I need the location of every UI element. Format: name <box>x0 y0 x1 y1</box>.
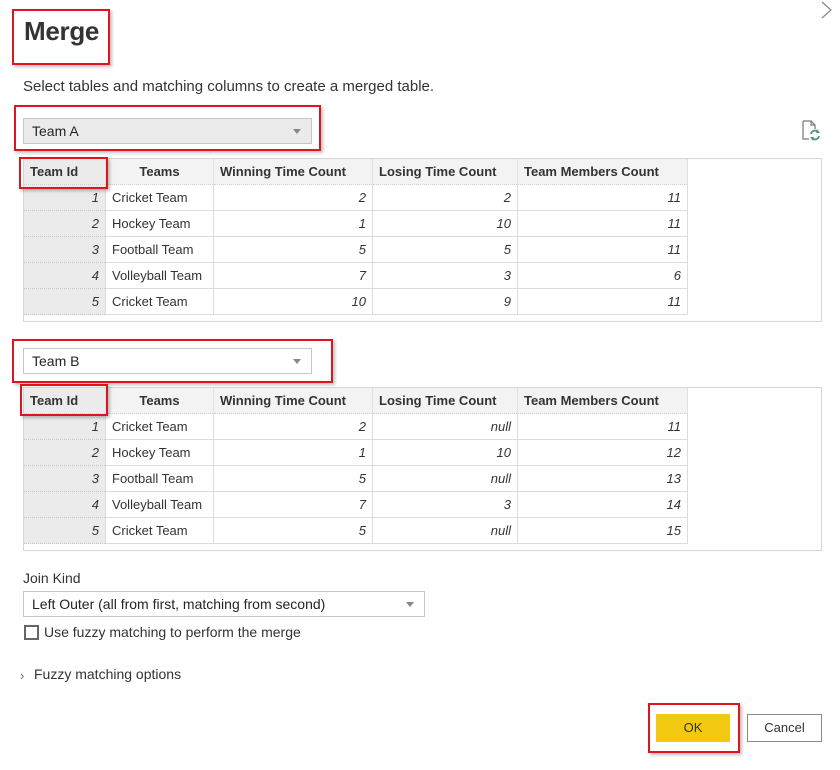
table-row[interactable]: 5 Cricket Team 10 9 11 <box>24 288 688 315</box>
column-header-team-id[interactable]: Team Id <box>24 388 106 414</box>
dropdown-caret-icon <box>406 602 414 607</box>
table-row[interactable]: 3 Football Team 5 5 11 <box>24 236 688 263</box>
cell: 2 <box>372 184 518 211</box>
table-row[interactable]: 1 Cricket Team 2 null 11 <box>24 413 688 440</box>
cell: 2 <box>24 210 106 237</box>
cell: 5 <box>213 236 373 263</box>
cell: 1 <box>213 439 373 466</box>
fuzzy-matching-label[interactable]: Use fuzzy matching to perform the merge <box>44 624 301 640</box>
table-row[interactable]: 3 Football Team 5 null 13 <box>24 465 688 492</box>
column-header-members[interactable]: Team Members Count <box>517 159 688 185</box>
dropdown-caret-icon <box>293 359 301 364</box>
dialog-subtitle: Select tables and matching columns to cr… <box>23 78 435 95</box>
ok-button[interactable]: OK <box>656 714 730 742</box>
cell: 3 <box>24 465 106 492</box>
column-header-winning[interactable]: Winning Time Count <box>213 159 373 185</box>
cell: Hockey Team <box>105 210 214 237</box>
fuzzy-options-toggle[interactable]: Fuzzy matching options <box>34 666 181 682</box>
cell: 2 <box>24 439 106 466</box>
cell: 13 <box>517 465 688 492</box>
join-kind-selected: Left Outer (all from first, matching fro… <box>32 596 326 612</box>
cell: 11 <box>517 413 688 440</box>
cell: 6 <box>517 262 688 289</box>
cell: 5 <box>213 517 373 544</box>
first-table-grid: Team Id Teams Winning Time Count Losing … <box>24 159 688 315</box>
cell: null <box>372 517 518 544</box>
cell: 4 <box>24 491 106 518</box>
cell: 10 <box>372 210 518 237</box>
table-row[interactable]: 5 Cricket Team 5 null 15 <box>24 517 688 544</box>
cell: 12 <box>517 439 688 466</box>
cell: 7 <box>213 262 373 289</box>
second-table-preview: Team Id Teams Winning Time Count Losing … <box>23 387 822 551</box>
cell: null <box>372 413 518 440</box>
cell: 11 <box>517 184 688 211</box>
cell: 5 <box>372 236 518 263</box>
join-kind-label: Join Kind <box>23 570 81 586</box>
cell: 10 <box>372 439 518 466</box>
column-header-losing[interactable]: Losing Time Count <box>372 159 518 185</box>
column-header-team-id[interactable]: Team Id <box>24 159 106 185</box>
column-header-teams[interactable]: Teams <box>105 159 214 185</box>
cell: 4 <box>24 262 106 289</box>
cell: 15 <box>517 517 688 544</box>
cell: 5 <box>24 288 106 315</box>
cell: 5 <box>213 465 373 492</box>
column-header-winning[interactable]: Winning Time Count <box>213 388 373 414</box>
table-row[interactable]: 4 Volleyball Team 7 3 6 <box>24 262 688 289</box>
join-kind-dropdown[interactable]: Left Outer (all from first, matching fro… <box>23 591 425 617</box>
cell: 11 <box>517 288 688 315</box>
cell: 2 <box>213 413 373 440</box>
cell: 11 <box>517 210 688 237</box>
cell: 1 <box>24 184 106 211</box>
cell: 7 <box>213 491 373 518</box>
dialog-title: Merge <box>24 16 100 46</box>
cell: Volleyball Team <box>105 491 214 518</box>
column-header-teams[interactable]: Teams <box>105 388 214 414</box>
chevron-right-icon[interactable] <box>817 0 837 22</box>
cell: Hockey Team <box>105 439 214 466</box>
cell: 1 <box>213 210 373 237</box>
table-row[interactable]: 2 Hockey Team 1 10 12 <box>24 439 688 466</box>
table-row[interactable]: 2 Hockey Team 1 10 11 <box>24 210 688 237</box>
cell: 10 <box>213 288 373 315</box>
first-table-preview: Team Id Teams Winning Time Count Losing … <box>23 158 822 322</box>
second-table-dropdown[interactable]: Team B <box>23 348 312 374</box>
cell: 5 <box>24 517 106 544</box>
cell: Cricket Team <box>105 184 214 211</box>
column-header-losing[interactable]: Losing Time Count <box>372 388 518 414</box>
cell: null <box>372 465 518 492</box>
cell: Cricket Team <box>105 288 214 315</box>
cell: 3 <box>372 491 518 518</box>
second-table-selected: Team B <box>32 353 80 369</box>
file-refresh-icon[interactable] <box>800 119 822 141</box>
second-table-grid: Team Id Teams Winning Time Count Losing … <box>24 388 688 544</box>
cell: 1 <box>24 413 106 440</box>
cell: Cricket Team <box>105 413 214 440</box>
cell: 3 <box>372 262 518 289</box>
table-row[interactable]: 4 Volleyball Team 7 3 14 <box>24 491 688 518</box>
cell: Football Team <box>105 236 214 263</box>
column-header-members[interactable]: Team Members Count <box>517 388 688 414</box>
cell: 9 <box>372 288 518 315</box>
table-row[interactable]: 1 Cricket Team 2 2 11 <box>24 184 688 211</box>
first-table-selected: Team A <box>32 123 79 139</box>
cell: Football Team <box>105 465 214 492</box>
dropdown-caret-icon <box>293 129 301 134</box>
cancel-button[interactable]: Cancel <box>747 714 822 742</box>
fuzzy-matching-checkbox[interactable] <box>24 625 39 640</box>
cell: Cricket Team <box>105 517 214 544</box>
cell: 3 <box>24 236 106 263</box>
cell: 2 <box>213 184 373 211</box>
cell: Volleyball Team <box>105 262 214 289</box>
cell: 11 <box>517 236 688 263</box>
first-table-dropdown[interactable]: Team A <box>23 118 312 144</box>
expand-chevron-icon[interactable]: › <box>20 668 24 683</box>
cell: 14 <box>517 491 688 518</box>
